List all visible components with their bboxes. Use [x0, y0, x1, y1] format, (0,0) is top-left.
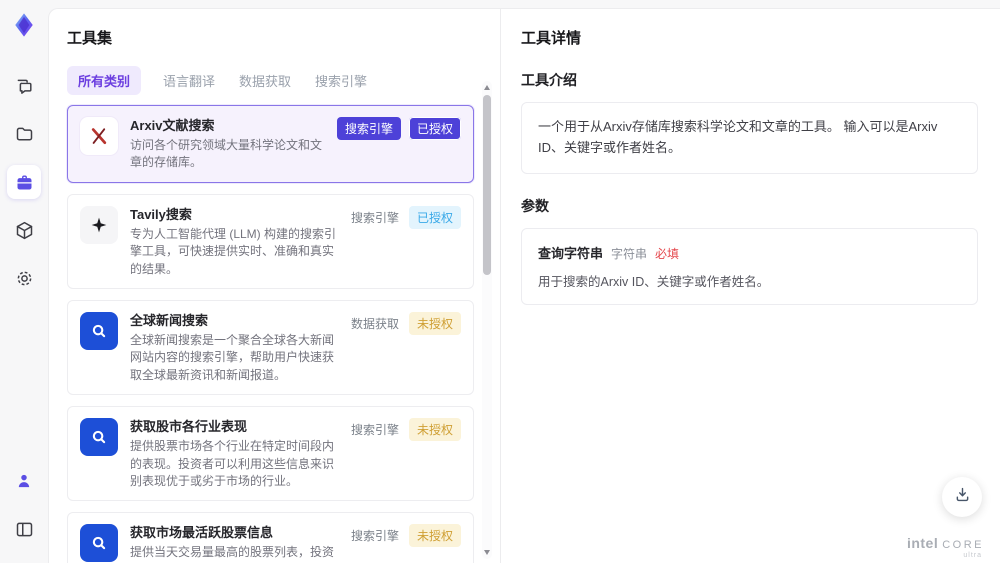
download-icon	[953, 485, 972, 509]
blue-search-icon	[80, 418, 118, 457]
sidebar-item-settings[interactable]	[7, 261, 41, 295]
blue-search-icon	[80, 311, 118, 350]
tool-card[interactable]: Arxiv文献搜索访问各个研究领域大量科学论文和文章的存储库。 搜索引擎 已授权	[67, 105, 474, 183]
tool-info: 全球新闻搜索全球新闻搜索是一个聚合全球各大新闻网站内容的搜索引擎，帮助用户快速获…	[130, 310, 337, 384]
scroll-down-arrow[interactable]	[484, 550, 490, 555]
intel-tier-word: ultra	[963, 552, 982, 559]
blue-search-icon	[80, 524, 118, 563]
tool-info: 获取市场最活跃股票信息提供当天交易量最高的股票列表，投资者可以利用这些信息来识别…	[130, 522, 337, 563]
tool-info: Tavily搜索专为人工智能代理 (LLM) 构建的搜索引擎工具，可快速提供实时…	[130, 204, 337, 278]
sidebar-item-chat[interactable]	[7, 69, 41, 103]
sidebar-item-account[interactable]	[7, 464, 41, 498]
app-window: 工具集 所有类别 语言翻译 数据获取 搜索引擎 Arxiv文献搜索 访问各个研究领域大量…	[0, 0, 1000, 563]
category-badge: 搜索引擎	[350, 210, 399, 225]
param-type: 字符串	[611, 246, 648, 261]
page-title: 工具集	[67, 30, 113, 47]
tool-list-pane: 工具集 所有类别 语言翻译 数据获取 搜索引擎 Arxiv文献搜索 访问各个研究领域大量…	[49, 9, 501, 563]
category-badge: 搜索引擎	[350, 423, 399, 438]
tool-list: Arxiv文献搜索 访问各个研究领域大量科学论文和文章的存储库。 搜索引擎 已授权 Ta…	[67, 105, 500, 563]
tool-badges: 搜索引擎 未授权	[349, 524, 461, 548]
auth-status-badge: 未授权	[408, 418, 461, 442]
tool-detail-pane: 工具详情 工具介绍 一个用于从Arxiv存储库搜索科学论文和文章的工具。 输入可…	[501, 9, 1000, 563]
tool-description: 提供当天交易量最高的股票列表，投资者可以利用这些信息来识别流动性强的股票和潜在的…	[130, 545, 335, 563]
scrollbar-thumb[interactable]	[483, 95, 491, 275]
tool-info: Arxiv文献搜索访问各个研究领域大量科学论文和文章的存储库。	[130, 115, 325, 172]
param-required-badge: 必填	[655, 246, 680, 261]
param-description: 用于搜索的Arxiv ID、关键字或作者姓名。	[538, 274, 770, 289]
tool-description: 全球新闻搜索是一个聚合全球各大新闻网站内容的搜索引擎，帮助用户快速获取全球最新资…	[130, 332, 335, 382]
sidebar-item-tools[interactable]	[7, 165, 41, 199]
tool-card[interactable]: 获取股市各行业表现提供股票市场各个行业在特定时间段内的表现。投资者可以利用这些信…	[67, 406, 474, 502]
content-surface: 工具集 所有类别 语言翻译 数据获取 搜索引擎 Arxiv文献搜索 访问各个研究领域大量…	[48, 0, 1000, 563]
auth-status-badge: 未授权	[408, 524, 461, 548]
tool-name: 获取市场最活跃股票信息	[130, 525, 274, 541]
panel-layout-icon	[14, 519, 35, 540]
arxiv-icon	[80, 117, 118, 155]
params-heading: 参数	[521, 197, 549, 214]
sidebar-item-files[interactable]	[7, 117, 41, 151]
tool-badges: 搜索引擎 已授权	[349, 205, 461, 229]
chat-icon	[14, 76, 35, 97]
tavily-icon	[80, 205, 118, 244]
detail-title: 工具详情	[521, 30, 582, 47]
intro-box: 一个用于从Arxiv存储库搜索科学论文和文章的工具。 输入可以是Arxiv ID…	[521, 102, 978, 174]
category-tab-0[interactable]: 所有类别	[67, 66, 142, 95]
tool-badges: 搜索引擎 已授权	[336, 117, 461, 140]
intel-core-logo: intel CORE ultra	[906, 535, 984, 559]
scroll-up-arrow[interactable]	[484, 85, 490, 90]
tool-card[interactable]: 获取市场最活跃股票信息提供当天交易量最高的股票列表，投资者可以利用这些信息来识别…	[67, 512, 474, 563]
tool-description: 访问各个研究领域大量科学论文和文章的存储库。	[130, 138, 323, 170]
tool-name: 全球新闻搜索	[130, 312, 209, 328]
folder-icon	[14, 124, 35, 145]
gear-icon	[14, 268, 35, 289]
tool-name: 获取股市各行业表现	[130, 419, 248, 435]
download-button[interactable]	[942, 477, 982, 517]
category-tab-1[interactable]: 语言翻译	[161, 66, 217, 95]
intro-heading: 工具介绍	[521, 72, 577, 88]
category-tab-2[interactable]: 数据获取	[237, 66, 293, 95]
param-header: 查询字符串 字符串 必填	[538, 243, 961, 262]
param-box: 查询字符串 字符串 必填 用于搜索的Arxiv ID、关键字或作者姓名。	[521, 227, 978, 305]
tool-name: Tavily搜索	[130, 206, 192, 222]
tool-info: 获取股市各行业表现提供股票市场各个行业在特定时间段内的表现。投资者可以利用这些信…	[130, 416, 337, 490]
intel-logo-word: intel	[906, 535, 939, 551]
tool-card[interactable]: 全球新闻搜索全球新闻搜索是一个聚合全球各大新闻网站内容的搜索引擎，帮助用户快速获…	[67, 299, 474, 396]
list-scrollbar[interactable]	[482, 81, 492, 559]
intro-text: 一个用于从Arxiv存储库搜索科学论文和文章的工具。 输入可以是Arxiv ID…	[538, 119, 938, 155]
tool-card[interactable]: Tavily搜索专为人工智能代理 (LLM) 构建的搜索引擎工具，可快速提供实时…	[67, 193, 474, 289]
main-panel: 工具集 所有类别 语言翻译 数据获取 搜索引擎 Arxiv文献搜索 访问各个研究领域大量…	[48, 8, 1000, 563]
param-name: 查询字符串	[538, 245, 604, 261]
sidebar-item-packages[interactable]	[7, 213, 41, 247]
tool-description: 专为人工智能代理 (LLM) 构建的搜索引擎工具，可快速提供实时、准确和真实的结…	[130, 226, 337, 276]
auth-status-badge: 未授权	[408, 311, 461, 335]
category-tabs: 所有类别 语言翻译 数据获取 搜索引擎	[67, 66, 500, 95]
app-logo-icon	[7, 8, 41, 42]
category-badge: 数据获取	[350, 316, 399, 331]
tool-badges: 数据获取 未授权	[349, 311, 461, 335]
intel-core-word: CORE	[942, 539, 984, 551]
category-tab-3[interactable]: 搜索引擎	[313, 66, 369, 95]
briefcase-icon	[14, 172, 35, 193]
sidebar-item-collapse-panel[interactable]	[7, 512, 41, 546]
auth-status-badge: 已授权	[408, 205, 461, 229]
tool-badges: 搜索引擎 未授权	[349, 418, 461, 442]
tool-name: Arxiv文献搜索	[130, 118, 215, 133]
tool-description: 提供股票市场各个行业在特定时间段内的表现。投资者可以利用这些信息来识别表现优于或…	[130, 439, 335, 488]
package-icon	[14, 220, 35, 241]
user-icon	[14, 471, 34, 491]
category-badge: 搜索引擎	[350, 529, 399, 544]
category-badge: 搜索引擎	[336, 117, 401, 140]
auth-status-badge: 已授权	[408, 117, 461, 140]
sidebar	[0, 0, 48, 563]
